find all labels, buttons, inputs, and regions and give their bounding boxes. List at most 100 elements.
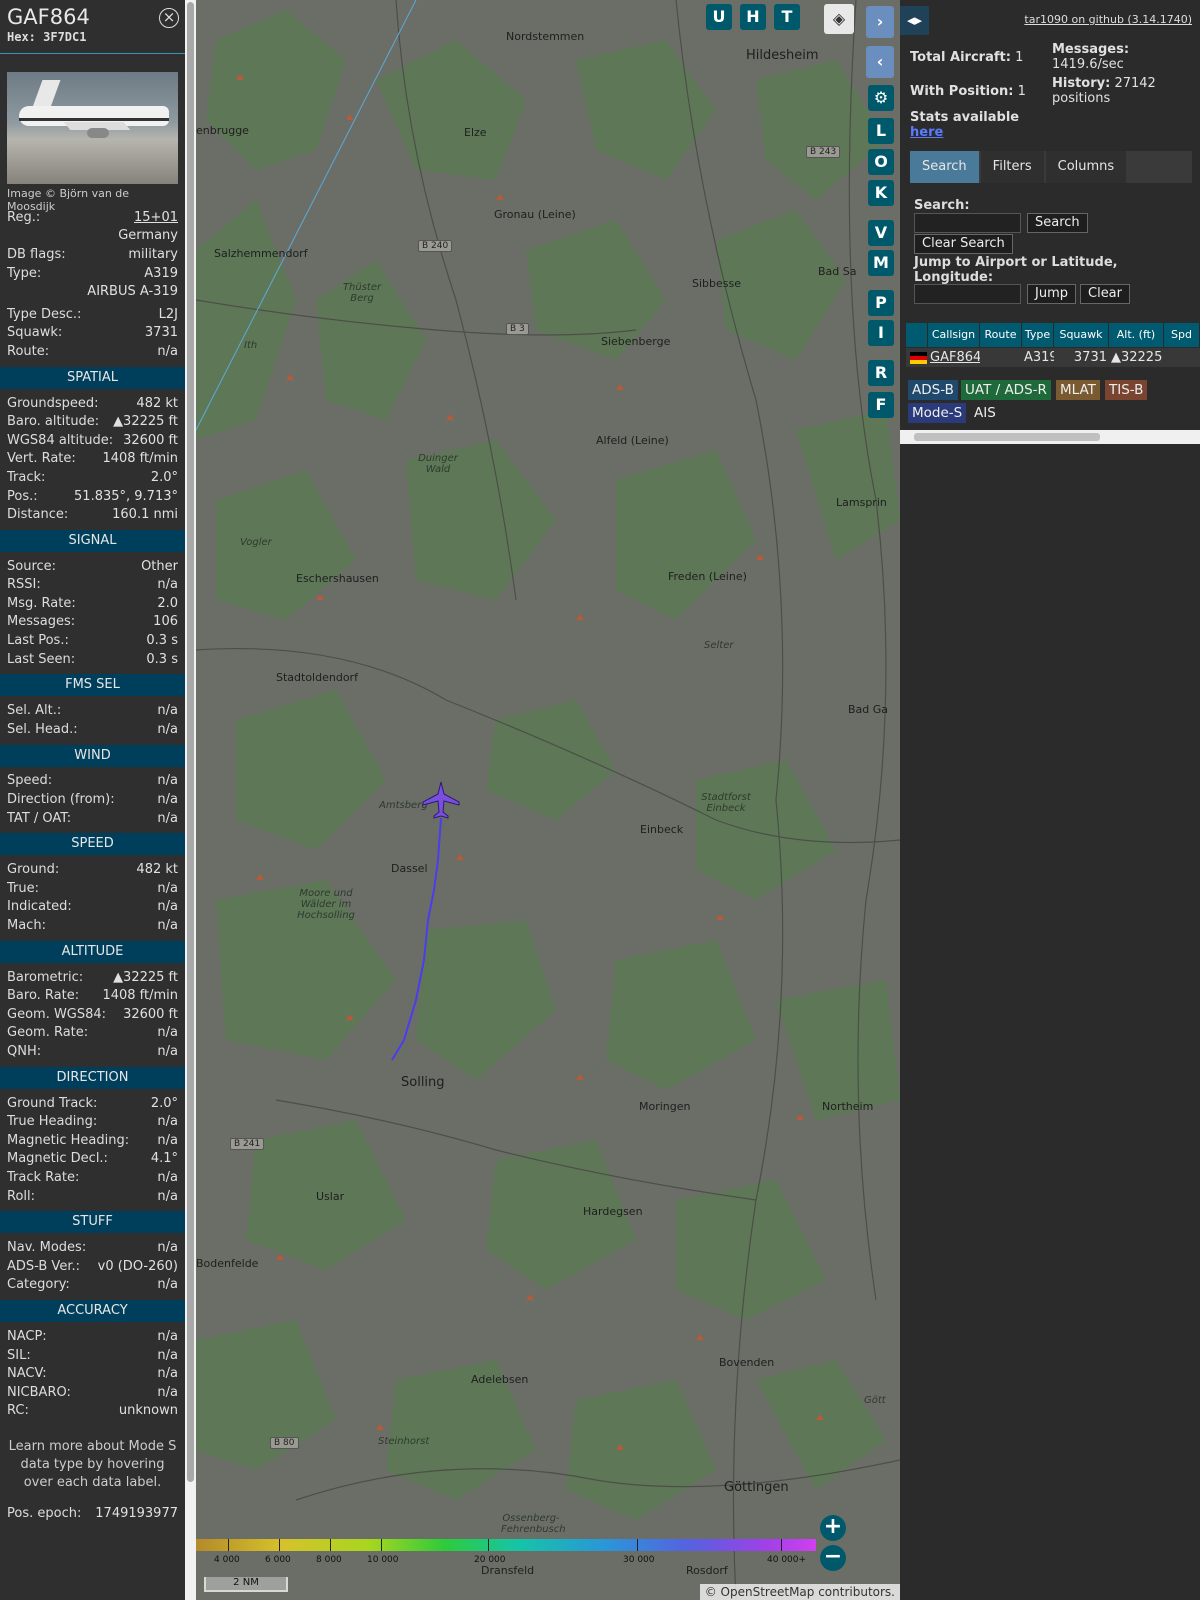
expand-collapse-icon[interactable]: ◂▸ — [900, 6, 929, 35]
map-button-k[interactable]: K — [868, 180, 894, 206]
table-header-type[interactable]: Type — [1022, 323, 1054, 347]
info-label[interactable]: WGS84 altitude: — [7, 433, 113, 448]
map-attribution[interactable]: © OpenStreetMap contributors. — [699, 1584, 900, 1600]
info-label[interactable]: Source: — [7, 559, 56, 574]
table-horizontal-scrollbar[interactable] — [900, 430, 1200, 444]
map-button-h[interactable]: H — [740, 4, 766, 30]
search-button[interactable]: Search — [1027, 213, 1088, 233]
info-label[interactable]: Messages: — [7, 614, 75, 629]
aircraft-hex: Hex: 3F7DC1 — [7, 30, 87, 44]
info-label[interactable]: RSSI: — [7, 577, 41, 592]
info-label[interactable]: SIL: — [7, 1348, 31, 1363]
info-label[interactable]: ADS-B Ver.: — [7, 1259, 80, 1274]
info-label[interactable]: Baro. Rate: — [7, 988, 79, 1003]
info-label[interactable]: Track: — [7, 470, 45, 485]
table-cell: 3731 — [1073, 350, 1107, 365]
info-label[interactable]: True: — [7, 881, 39, 896]
stats-link[interactable]: here — [910, 125, 943, 140]
map-button-u[interactable]: U — [706, 4, 732, 30]
table-row[interactable]: GAF864 A319 3731 ▲32225 — [906, 348, 1200, 367]
map-button-f[interactable]: F — [868, 392, 894, 418]
search-input[interactable] — [914, 213, 1021, 233]
info-label[interactable]: Ground: — [7, 862, 59, 877]
clear-search-button[interactable]: Clear Search — [914, 234, 1013, 254]
map-button-i[interactable]: I — [868, 320, 894, 346]
map-button-o[interactable]: O — [868, 149, 894, 175]
map-button-v[interactable]: V — [868, 220, 894, 246]
info-label[interactable]: NACV: — [7, 1366, 47, 1381]
github-link[interactable]: tar1090 on github (3.14.1740) — [1024, 13, 1192, 26]
table-header-squawk[interactable]: Squawk — [1054, 323, 1109, 347]
map-button-t[interactable]: T — [774, 4, 800, 30]
info-label[interactable]: Baro. altitude: — [7, 414, 99, 429]
flight-track — [391, 817, 442, 1061]
map-button-p[interactable]: P — [868, 290, 894, 316]
info-label[interactable]: NACP: — [7, 1329, 47, 1344]
info-label[interactable]: Sel. Alt.: — [7, 703, 61, 718]
tab-search[interactable]: Search — [910, 151, 979, 183]
info-value[interactable]: 15+01 — [134, 210, 178, 225]
section-header-altitude: ALTITUDE — [0, 940, 185, 963]
aircraft-marker-icon[interactable] — [421, 780, 461, 820]
info-row: Baro. Rate: 1408 ft/min — [0, 986, 185, 1005]
table-header-spd[interactable]: Spd — [1164, 323, 1200, 347]
info-label[interactable]: Vert. Rate: — [7, 451, 76, 466]
table-cell: A319 — [1024, 350, 1054, 365]
map-button-m[interactable]: M — [868, 250, 894, 276]
table-cell[interactable]: GAF864 — [928, 348, 980, 367]
germany-flag-icon — [906, 348, 928, 367]
info-label[interactable]: Magnetic Heading: — [7, 1133, 129, 1148]
info-label[interactable]: RC: — [7, 1403, 29, 1418]
info-label[interactable]: TAT / OAT: — [7, 811, 71, 826]
chevron-left-icon[interactable]: ‹ — [866, 46, 894, 78]
close-icon[interactable]: × — [159, 8, 179, 28]
table-header-route[interactable]: Route — [980, 323, 1022, 347]
info-label[interactable]: Barometric: — [7, 970, 83, 985]
info-label[interactable]: Last Pos.: — [7, 633, 69, 648]
tab-columns[interactable]: Columns — [1045, 151, 1127, 183]
table-header-altft[interactable]: Alt. (ft) — [1109, 323, 1164, 347]
info-label[interactable]: Geom. WGS84: — [7, 1007, 106, 1022]
zoom-out-icon[interactable]: − — [820, 1545, 846, 1571]
info-label[interactable]: Last Seen: — [7, 652, 75, 667]
map[interactable]: Nordstemmen Hildesheim enbrugge Elze Gronau … — [196, 0, 900, 1600]
map-button-l[interactable]: L — [868, 118, 894, 144]
info-value: Germany — [118, 228, 178, 244]
info-label[interactable]: Groundspeed: — [7, 396, 98, 411]
clear-button[interactable]: Clear — [1080, 284, 1130, 304]
info-label[interactable]: NICBARO: — [7, 1385, 71, 1400]
map-button-r[interactable]: R — [868, 360, 894, 386]
info-label[interactable]: Speed: — [7, 773, 52, 788]
info-label[interactable]: Ground Track: — [7, 1096, 97, 1111]
info-label[interactable]: Category: — [7, 1277, 70, 1292]
layers-icon[interactable]: ◈ — [824, 4, 854, 34]
info-value: 4.1° — [150, 1151, 178, 1167]
zoom-in-icon[interactable]: + — [820, 1515, 846, 1541]
info-label[interactable]: Geom. Rate: — [7, 1025, 88, 1040]
info-panel-scrollbar[interactable] — [185, 0, 196, 1600]
info-label[interactable]: True Heading: — [7, 1114, 97, 1129]
jump-button[interactable]: Jump — [1027, 284, 1076, 304]
info-label[interactable]: Indicated: — [7, 899, 72, 914]
gear-icon[interactable]: ⚙ — [868, 85, 894, 111]
info-label[interactable]: Msg. Rate: — [7, 596, 76, 611]
info-label[interactable]: Nav. Modes: — [7, 1240, 86, 1255]
info-label[interactable]: Track Rate: — [7, 1170, 79, 1185]
table-header-callsign[interactable]: Callsign — [928, 323, 980, 347]
tab-filters[interactable]: Filters — [980, 151, 1044, 183]
info-label[interactable]: QNH: — [7, 1044, 41, 1059]
info-row: SIL: n/a — [0, 1346, 185, 1365]
aircraft-photo[interactable] — [7, 72, 178, 184]
info-label[interactable]: Roll: — [7, 1189, 35, 1204]
info-label[interactable]: Distance: — [7, 507, 68, 522]
jump-input[interactable] — [914, 284, 1021, 304]
info-label[interactable]: Magnetic Decl.: — [7, 1151, 108, 1166]
info-label[interactable]: Pos.: — [7, 489, 38, 504]
info-label[interactable]: Mach: — [7, 918, 46, 933]
info-row: Messages: 106 — [0, 613, 185, 632]
info-label[interactable]: Sel. Head.: — [7, 722, 78, 737]
chevron-right-icon[interactable]: › — [866, 6, 894, 38]
aircraft-info-panel: GAF864 Hex: 3F7DC1 × Image © Björn van d… — [0, 0, 185, 1600]
info-value: 2.0° — [150, 1095, 178, 1111]
info-label[interactable]: Direction (from): — [7, 792, 115, 807]
